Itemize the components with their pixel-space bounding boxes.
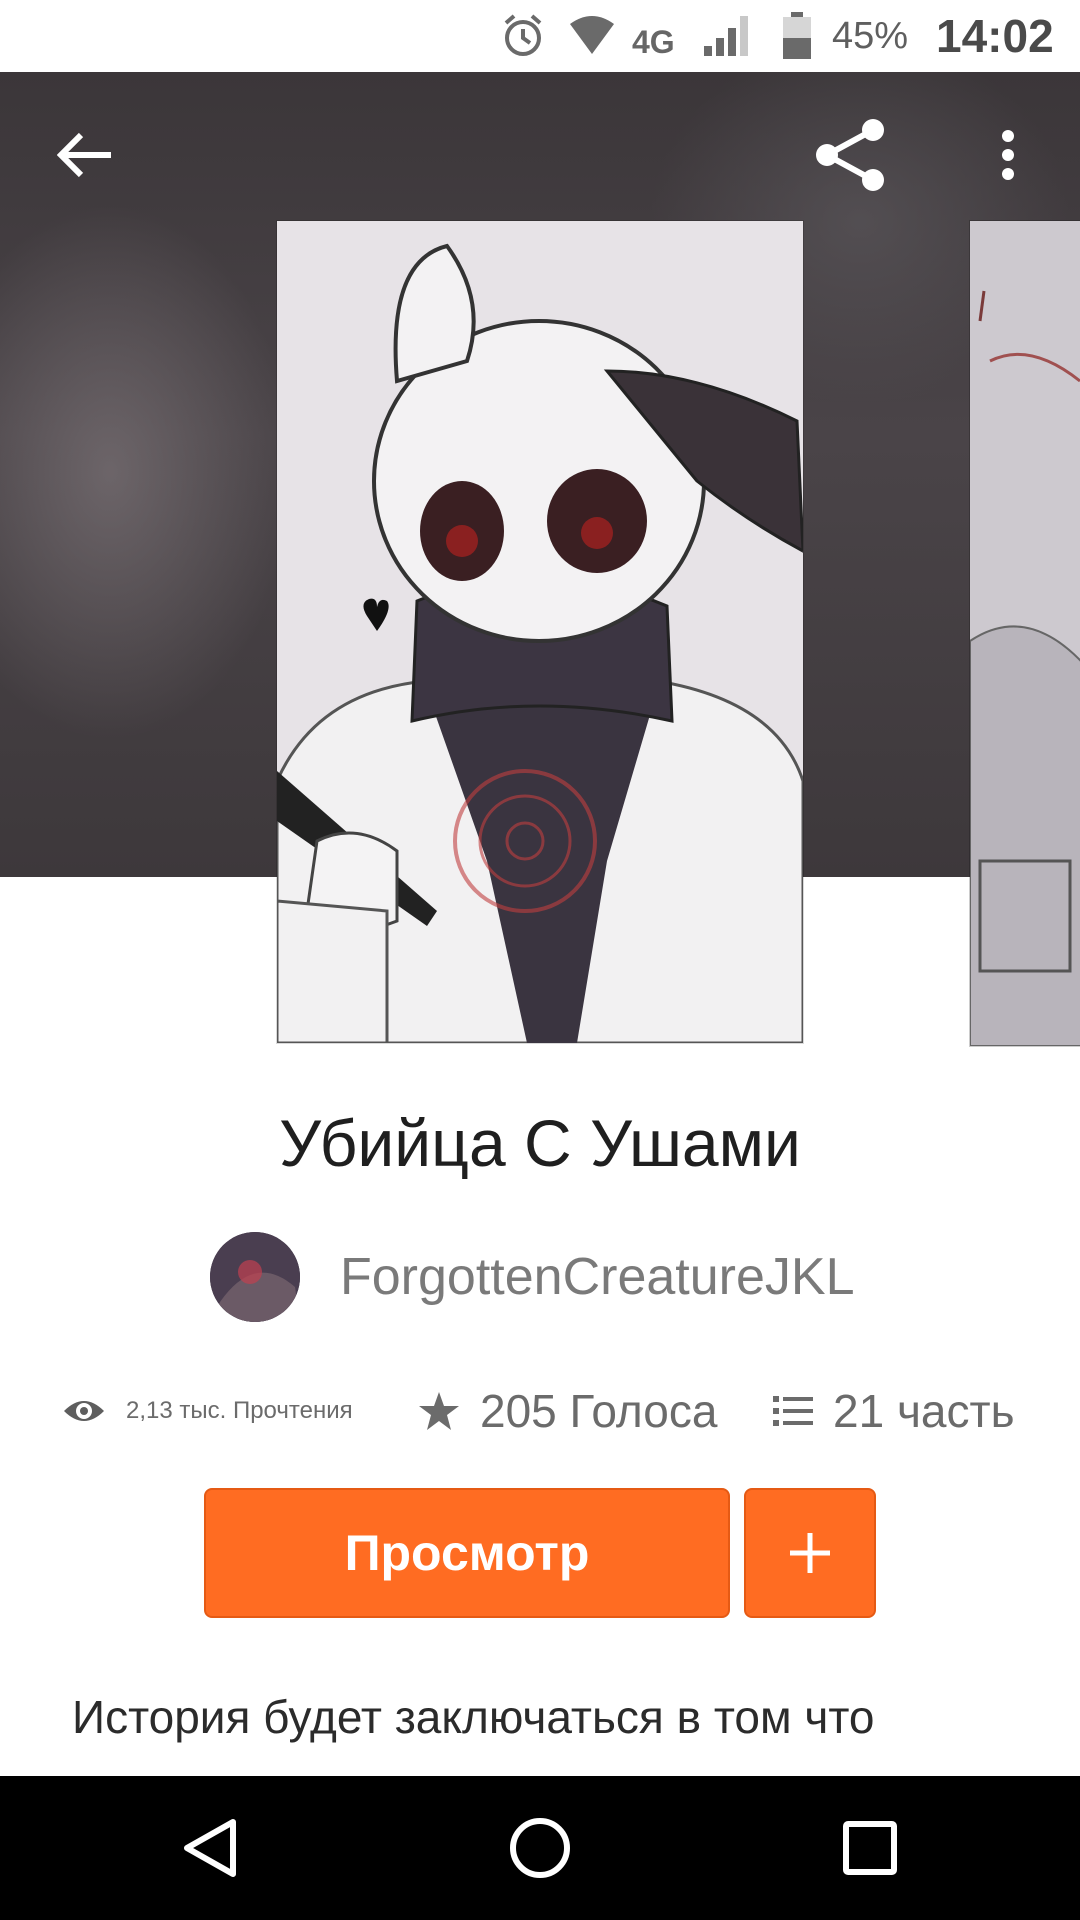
add-to-library-button[interactable] [744,1488,876,1618]
back-arrow-icon[interactable] [50,115,120,195]
battery-percent: 45% [832,14,909,57]
next-story-cover-image[interactable] [970,221,1080,1046]
back-triangle-icon[interactable] [140,1776,280,1920]
story-title: Убийца С Ушами [279,1106,801,1180]
votes-stat: 205 Голоса [418,1380,717,1442]
read-button[interactable]: Просмотр [204,1488,730,1618]
eye-icon [62,1396,106,1426]
author-avatar[interactable] [210,1232,300,1322]
battery-icon [782,0,812,72]
wifi-icon [568,0,616,72]
reads-stat: 2,13 тыс. Прочтения [62,1380,353,1442]
recents-square-icon[interactable] [800,1776,940,1920]
status-bar: 4G 45% 14:02 [0,0,1080,72]
story-cover-image[interactable] [277,221,803,1043]
parts-stat: 21 часть [773,1380,1015,1442]
plus-icon [788,1531,832,1575]
network-type: 4G [632,23,675,60]
author-name[interactable]: ForgottenCreatureJKL [340,1247,855,1307]
story-stats: 2,13 тыс. Прочтения 205 Голоса 21 часть [0,1380,1080,1442]
more-vert-icon[interactable] [988,115,1028,195]
share-icon[interactable] [810,115,890,195]
story-description: История будет заключаться в том что [72,1691,875,1743]
home-circle-icon[interactable] [470,1776,610,1920]
list-icon [773,1394,813,1428]
author-row[interactable]: ForgottenCreatureJKL [210,1232,855,1322]
signal-icon [702,0,756,72]
alarm-icon [500,0,546,72]
parts-count: 21 часть [833,1385,1015,1437]
star-icon [418,1391,460,1431]
votes-count: 205 Голоса [480,1385,718,1437]
reads-count: 2,13 тыс. Прочтения [126,1397,353,1424]
clock: 14:02 [936,10,1054,62]
system-navigation-bar [0,1776,1080,1920]
